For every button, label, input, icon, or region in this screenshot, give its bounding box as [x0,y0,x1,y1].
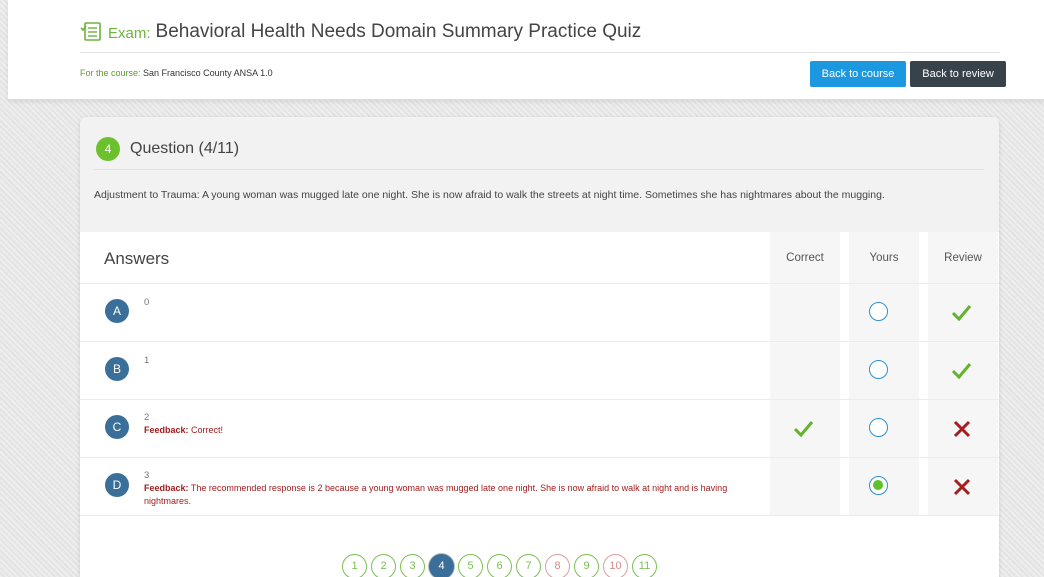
column-header-correct: Correct [786,252,824,264]
answers-heading: Answers [104,249,170,268]
question-divider [94,169,984,170]
row-divider [80,457,999,458]
feedback-text: Correct! [191,425,224,435]
cross-icon [953,478,971,496]
answer-radio-b[interactable] [869,360,888,379]
answer-radio-a[interactable] [869,302,888,321]
answer-radio-c[interactable] [869,418,888,437]
exam-header: Exam: Behavioral Health Needs Domain Sum… [8,0,1044,100]
checkmark-icon [951,305,972,322]
answer-value-d: 3 [144,470,150,481]
header-divider [80,52,1000,53]
column-header-review: Review [944,252,982,264]
page-button-2[interactable]: 2 [371,554,396,577]
answer-value-b: 1 [144,355,150,366]
page-button-6[interactable]: 6 [487,554,512,577]
feedback-label: Feedback: [144,425,189,435]
question-header: 4 Question (4/11) [96,137,239,161]
column-header-yours: Yours [869,252,899,264]
row-divider [80,341,999,342]
checkmark-icon [951,363,972,380]
answer-letter-b: B [105,357,129,381]
answer-letter-c: C [105,415,129,439]
question-number-badge: 4 [96,137,120,161]
page-button-9[interactable]: 9 [574,554,599,577]
course-info: For the course: San Francisco County ANS… [80,68,273,78]
row-divider [80,283,999,284]
exam-list-icon [80,22,101,41]
exam-title: Behavioral Health Needs Domain Summary P… [155,21,642,42]
answer-feedback-d: Feedback: The recommended response is 2 … [144,482,754,508]
page-button-5[interactable]: 5 [458,554,483,577]
course-name: San Francisco County ANSA 1.0 [143,68,273,78]
row-divider [80,515,999,516]
answer-value-c: 2 [144,412,150,423]
header-inner: Exam: Behavioral Health Needs Domain Sum… [80,0,1006,100]
page-button-7[interactable]: 7 [516,554,541,577]
correct-answer-checkmark-icon [793,421,814,438]
answer-radio-d[interactable] [869,476,888,495]
answer-feedback-c: Feedback: Correct! [144,424,754,437]
answer-letter-d: D [105,473,129,497]
answer-value-a: 0 [144,297,150,308]
question-text: Adjustment to Trauma: A young woman was … [94,189,885,201]
cross-icon [953,420,971,438]
correct-column [770,232,840,515]
page-button-3[interactable]: 3 [400,554,425,577]
page-button-1[interactable]: 1 [342,554,367,577]
feedback-label: Feedback: [144,483,189,493]
exam-title-row: Exam: Behavioral Health Needs Domain Sum… [80,18,641,46]
question-card: 4 Question (4/11) Adjustment to Trauma: … [80,117,999,577]
answer-letter-a: A [105,299,129,323]
answers-panel: Answers Correct Yours Review A 0 B 1 C 2… [80,232,999,577]
question-title: Question (4/11) [130,140,240,157]
page-button-11[interactable]: 11 [632,554,657,577]
feedback-text: The recommended response is 2 because a … [144,483,728,506]
question-pagination: 1 2 3 4 5 6 7 8 9 10 11 [342,554,661,577]
row-divider [80,399,999,400]
exam-prefix: Exam: [108,25,151,42]
back-to-review-button[interactable]: Back to review [910,61,1006,87]
course-label: For the course: [80,68,141,78]
page-button-4-current[interactable]: 4 [429,554,454,577]
back-to-course-button[interactable]: Back to course [810,61,906,87]
page-button-8[interactable]: 8 [545,554,570,577]
page-button-10[interactable]: 10 [603,554,628,577]
